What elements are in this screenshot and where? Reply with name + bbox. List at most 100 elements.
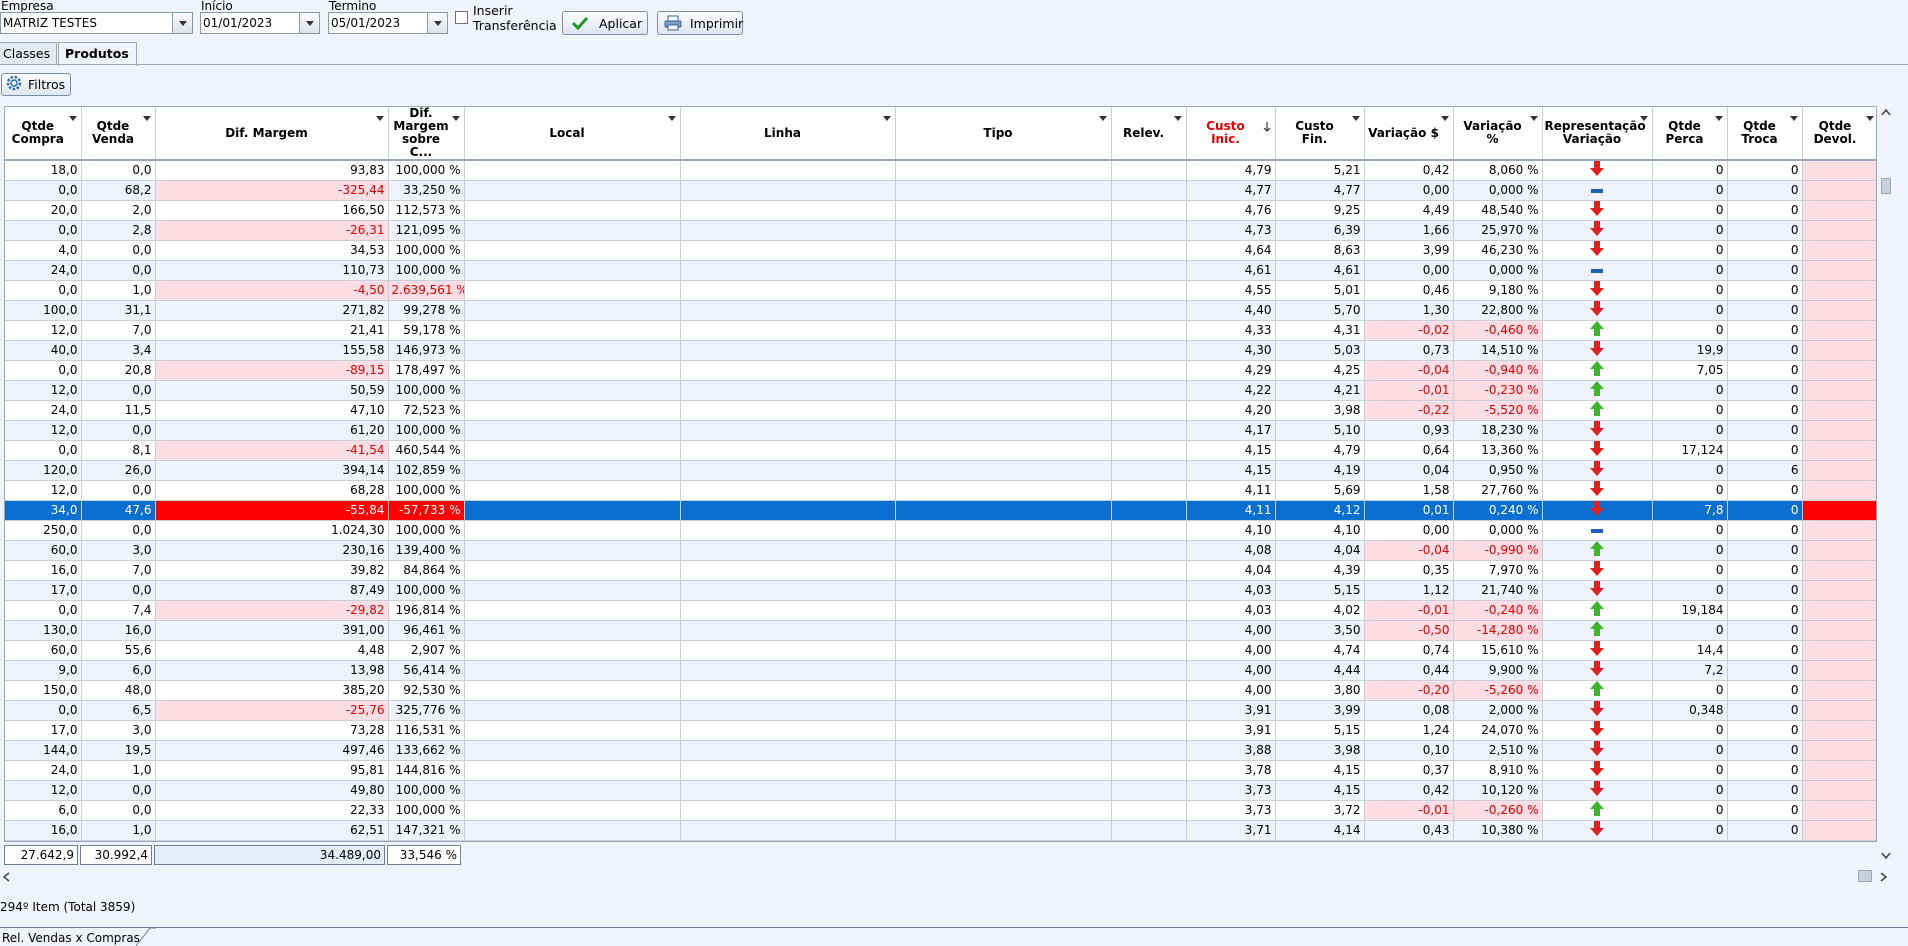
column-header[interactable]: Variação % (1453, 107, 1543, 161)
horizontal-scrollbar[interactable] (0, 868, 1908, 884)
column-header[interactable]: Qtde Devol. (1802, 107, 1876, 161)
table-cell (464, 560, 681, 581)
chevron-down-icon[interactable] (172, 13, 192, 33)
table-row[interactable]: 24,0 11,5 47,10 72,523 % 4,20 3,98 -0,22 -5,520… (5, 400, 1876, 421)
table-row[interactable]: 150,0 48,0 385,20 92,530 % 4,00 3,80 -0,20 -5,2… (5, 680, 1876, 701)
table-row[interactable]: 24,0 1,0 95,81 144,816 % 3,78 4,15 0,37 8,910 %… (5, 760, 1876, 781)
table-row[interactable]: 60,0 3,0 230,16 139,400 % 4,08 4,04 -0,04 -0,99… (5, 540, 1876, 561)
arrow-down-icon (1590, 281, 1604, 296)
table-row[interactable]: 90,05,0375,75128,624 % 3,704,400,7015,900… (5, 840, 1876, 841)
table-row[interactable]: 16,0 7,0 39,82 84,864 % 4,04 4,39 0,35 7,970 % 0… (5, 560, 1876, 581)
table-row[interactable]: 40,0 3,4 155,58 146,973 % 4,30 5,03 0,73 14,510… (5, 340, 1876, 361)
column-header[interactable]: Relev. (1111, 107, 1187, 161)
table-row[interactable]: 6,0 0,0 22,33 100,000 % 3,73 3,72 -0,01 -0,260 … (5, 800, 1876, 821)
imprimir-button[interactable]: Imprimir (657, 11, 743, 35)
termino-date-field[interactable]: 05/01/2023 (328, 12, 448, 34)
column-header[interactable]: Variação $ (1364, 107, 1454, 161)
chevron-down-icon[interactable] (1529, 116, 1538, 135)
table-row[interactable]: 9,0 6,0 13,98 56,414 % 4,00 4,44 0,44 9,900 % 7,… (5, 660, 1876, 681)
column-header[interactable]: Linha (680, 107, 896, 161)
table-cell (680, 580, 896, 601)
table-row[interactable]: 24,0 0,0 110,73 100,000 % 4,61 4,61 0,00 0,000 … (5, 260, 1876, 281)
table-row[interactable]: 12,0 0,0 49,80 100,000 % 3,73 4,15 0,42 10,120 … (5, 780, 1876, 801)
tab-classes[interactable]: Classes (0, 42, 57, 65)
empresa-combo[interactable]: MATRIZ TESTES (0, 12, 193, 34)
table-cell (1542, 740, 1653, 761)
chevron-down-icon[interactable] (1098, 116, 1107, 135)
scroll-right-icon[interactable] (1880, 872, 1888, 882)
column-header[interactable]: Tipo (895, 107, 1112, 161)
column-header[interactable]: Local (464, 107, 681, 161)
bottom-tab-rel-vendas-compras[interactable]: Rel. Vendas x Compras (2, 931, 140, 945)
produtos-grid[interactable]: Qtde Compra Qtde Venda Dif. Margem Dif. Mar… (4, 106, 1877, 842)
table-row[interactable]: 0,0 2,8 -26,31 121,095 % 4,73 6,39 1,66 25,970 … (5, 220, 1876, 241)
chevron-down-icon[interactable] (299, 13, 319, 33)
table-row[interactable]: 4,0 0,0 34,53 100,000 % 4,64 8,63 3,99 46,230 %… (5, 240, 1876, 261)
table-cell: 133,662 % (388, 740, 465, 761)
table-cell: 0 (1652, 400, 1728, 421)
column-header[interactable]: Qtde Perca (1652, 107, 1728, 161)
chevron-down-icon[interactable] (882, 116, 891, 135)
table-row[interactable]: 250,0 0,0 1.024,30 100,000 % 4,10 4,10 0,00 0,0… (5, 520, 1876, 541)
column-header[interactable]: Dif. Margem (155, 107, 389, 161)
table-row[interactable]: 0,0 6,5 -25,76 325,776 % 3,91 3,99 0,08 2,000 %… (5, 700, 1876, 721)
transferencia-checkbox[interactable] (455, 11, 468, 24)
table-row[interactable]: 120,0 26,0 394,14 102,859 % 4,15 4,19 0,04 0,95… (5, 460, 1876, 481)
table-row[interactable]: 144,0 19,5 497,46 133,662 % 3,88 3,98 0,10 2,51… (5, 740, 1876, 761)
chevron-down-icon[interactable] (68, 116, 77, 135)
column-header[interactable]: Qtde Troca (1727, 107, 1803, 161)
table-row[interactable]: 130,0 16,0 391,00 96,461 % 4,00 3,50 -0,50 -14,… (5, 620, 1876, 641)
vertical-scrollbar[interactable] (1877, 106, 1894, 864)
table-row[interactable]: 17,0 3,0 73,28 116,531 % 3,91 5,15 1,24 24,070 … (5, 720, 1876, 741)
table-cell (1111, 600, 1187, 621)
chevron-down-icon[interactable] (1639, 116, 1648, 135)
chevron-down-icon[interactable] (1173, 116, 1182, 135)
chevron-down-icon[interactable] (667, 116, 676, 135)
table-row[interactable]: 0,0 8,1 -41,54 460,544 % 4,15 4,79 0,64 13,360 … (5, 440, 1876, 461)
column-header[interactable]: Dif. Margem sobre C... (388, 107, 465, 161)
table-cell (464, 360, 681, 381)
table-row[interactable]: 60,0 55,6 4,48 2,907 % 4,00 4,74 0,74 15,610 % 1… (5, 640, 1876, 661)
table-row[interactable]: 0,0 68,2 -325,44 33,250 % 4,77 4,77 0,00 0,000 … (5, 180, 1876, 201)
table-row[interactable]: 34,0 47,6 -55,84 -57,733 % 4,11 4,12 0,01 0,240… (5, 500, 1876, 521)
table-cell: 100,000 % (388, 520, 465, 541)
chevron-down-icon[interactable] (375, 116, 384, 135)
table-row[interactable]: 0,0 1,0 -4,50 2.639,561 % 4,55 5,01 0,46 9,180 … (5, 280, 1876, 301)
table-row[interactable]: 16,0 1,0 62,51 147,321 % 3,71 4,14 0,43 10,380 … (5, 820, 1876, 841)
table-row[interactable]: 20,0 2,0 166,50 112,573 % 4,76 9,25 4,49 48,540… (5, 200, 1876, 221)
chevron-down-icon[interactable] (142, 116, 151, 135)
scroll-thumb[interactable] (1881, 178, 1891, 194)
table-row[interactable]: 0,0 20,8 -89,15 178,497 % 4,29 4,25 -0,04 -0,94… (5, 360, 1876, 381)
scroll-down-icon[interactable] (1881, 852, 1891, 860)
hscroll-thumb[interactable] (1858, 870, 1872, 882)
column-header[interactable]: Custo Inic. (1186, 107, 1276, 161)
chevron-down-icon[interactable] (1789, 116, 1798, 135)
chevron-down-icon[interactable] (1714, 116, 1723, 135)
table-row[interactable]: 12,0 0,0 50,59 100,000 % 4,22 4,21 -0,01 -0,230… (5, 380, 1876, 401)
chevron-down-icon[interactable] (427, 13, 447, 33)
column-header[interactable]: Representação Variação (1542, 107, 1653, 161)
tab-produtos[interactable]: Produtos (58, 42, 137, 66)
inicio-date-field[interactable]: 01/01/2023 (200, 12, 320, 34)
table-row[interactable]: 12,0 0,0 68,28 100,000 % 4,11 5,69 1,58 27,760 … (5, 480, 1876, 501)
table-row[interactable]: 12,0 0,0 61,20 100,000 % 4,17 5,10 0,93 18,230 … (5, 420, 1876, 441)
chevron-down-icon[interactable] (1440, 116, 1449, 135)
table-row[interactable]: 100,0 31,1 271,82 99,278 % 4,40 5,70 1,30 22,80… (5, 300, 1876, 321)
table-row[interactable]: 12,0 7,0 21,41 59,178 % 4,33 4,31 -0,02 -0,460 … (5, 320, 1876, 341)
chevron-down-icon[interactable] (451, 116, 460, 135)
chevron-down-icon[interactable] (1351, 116, 1360, 135)
column-header[interactable]: Qtde Compra (5, 107, 82, 161)
filtros-button[interactable]: Filtros (1, 73, 71, 96)
table-row[interactable]: 18,0 0,0 93,83 100,000 % 4,79 5,21 0,42 8,060 %… (5, 160, 1876, 181)
aplicar-button[interactable]: Aplicar (562, 11, 648, 35)
table-cell (1111, 580, 1187, 601)
table-row[interactable]: 17,0 0,0 87,49 100,000 % 4,03 5,15 1,12 21,740 … (5, 580, 1876, 601)
table-cell: 0,000 % (1453, 520, 1543, 541)
sort-desc-icon[interactable] (1263, 122, 1271, 135)
scroll-up-icon[interactable] (1881, 108, 1891, 116)
chevron-down-icon[interactable] (1865, 116, 1874, 135)
table-row[interactable]: 0,0 7,4 -29,82 196,814 % 4,03 4,02 -0,01 -0,240… (5, 600, 1876, 621)
column-header[interactable]: Custo Fin. (1275, 107, 1365, 161)
scroll-left-icon[interactable] (2, 872, 10, 882)
column-header[interactable]: Qtde Venda (81, 107, 156, 161)
